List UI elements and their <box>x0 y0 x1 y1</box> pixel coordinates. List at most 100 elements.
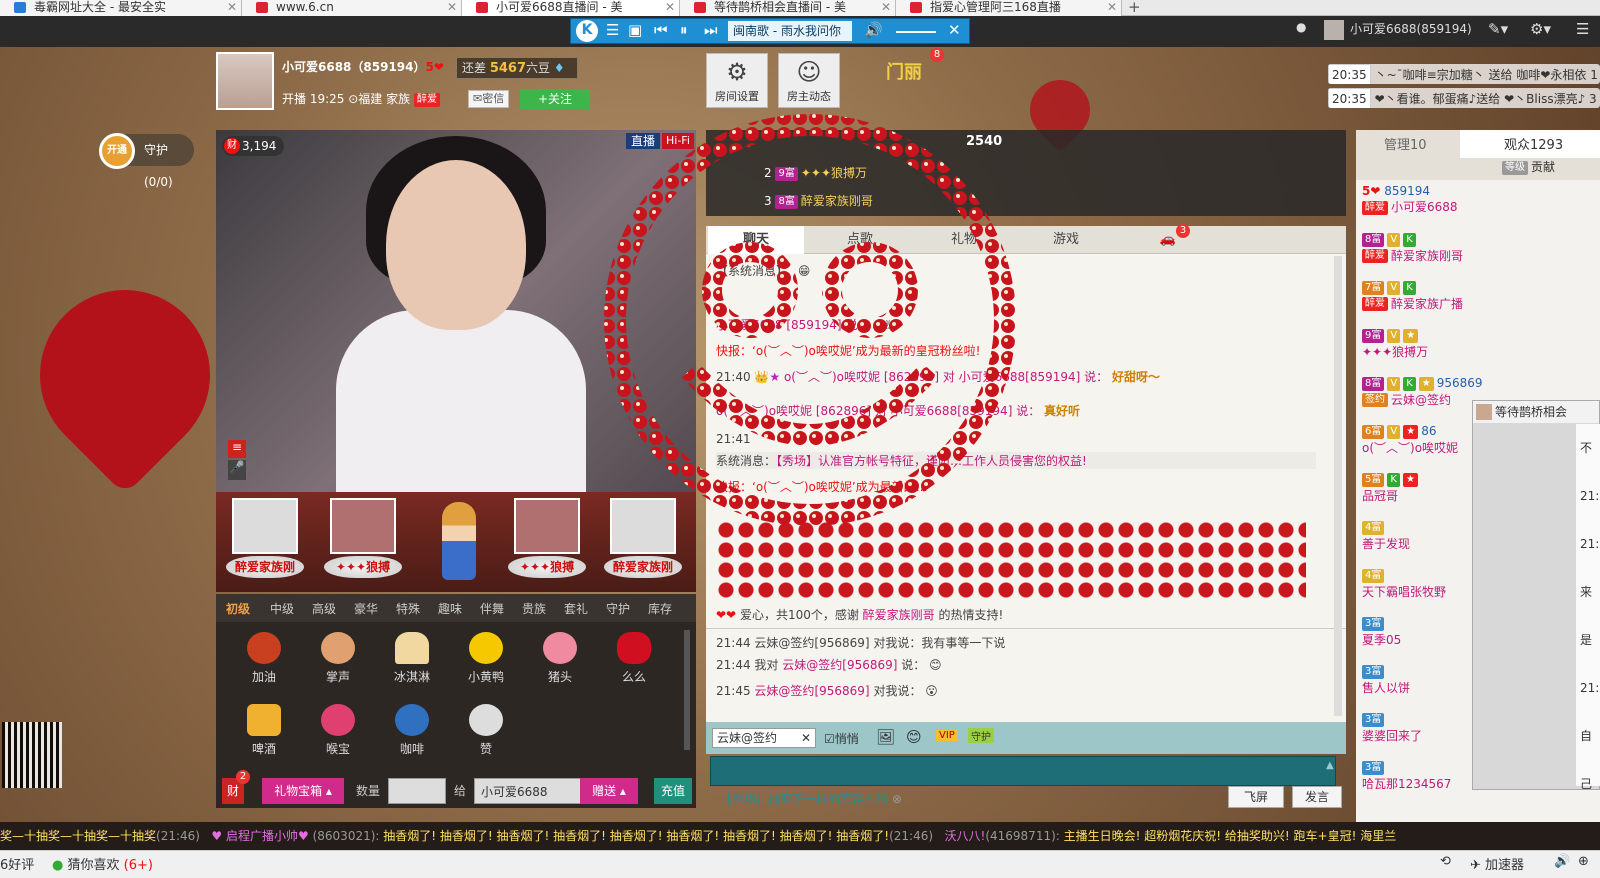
gift-tab[interactable]: 库存 <box>648 600 672 617</box>
tab-admins[interactable]: 管理10 <box>1384 134 1427 153</box>
private-mail-button[interactable]: ✉密信 <box>468 90 510 108</box>
gift-item[interactable]: 加油 <box>234 632 294 685</box>
host-avatar[interactable] <box>216 52 274 110</box>
zoom-icon[interactable]: ⊕ <box>1578 854 1589 869</box>
new-tab-button[interactable]: + <box>1128 0 1141 16</box>
gift-box-button[interactable]: 礼物宝箱 ▴ <box>262 778 344 804</box>
avatar[interactable] <box>1324 20 1344 40</box>
close-icon[interactable]: ✕ <box>227 0 237 14</box>
browser-tab-active[interactable]: 小可爱6688直播间 - 美 ✕ <box>462 0 680 16</box>
browser-tab[interactable]: 指爱心管理阿三168直播 ✕ <box>896 0 1122 16</box>
host-dynamic-button[interactable]: ☺ 房主动态 <box>778 53 840 108</box>
gift-tab[interactable]: 贵族 <box>522 600 546 617</box>
gear-icon[interactable]: ⚙▾ <box>1530 20 1551 38</box>
gift-item[interactable]: 么么 <box>604 632 664 685</box>
fan-seat[interactable]: ✦✦✦狼搏 <box>508 498 586 584</box>
user-row[interactable]: 5❤ 859194 醉爱 小可爱6688 <box>1362 184 1458 215</box>
user-row[interactable]: 3富 售人以饼 <box>1362 664 1410 696</box>
tab-audience[interactable]: 观众1293 <box>1504 134 1563 153</box>
gift-tab[interactable]: 豪华 <box>354 600 378 617</box>
recharge-button[interactable]: 充值 <box>654 778 692 804</box>
close-icon[interactable]: ✕ <box>881 0 891 14</box>
hifi-tag[interactable]: Hi-Fi <box>662 133 694 149</box>
sound-icon[interactable]: 🔊 <box>1554 854 1570 869</box>
fly-screen-button[interactable]: 飞屏 <box>1228 786 1284 808</box>
user-row[interactable]: 3富 婆婆回来了 <box>1362 712 1422 744</box>
guess-you-like-link[interactable]: ● 猜你喜欢 (6+) <box>52 854 153 873</box>
gift-item[interactable]: 小黄鸭 <box>456 632 516 685</box>
fan-seat[interactable]: 醉爱家族刚 <box>226 498 304 584</box>
user-row[interactable]: 8富 V K ★ 956869 签约 云妹@签约 <box>1362 376 1483 408</box>
microphone-icon[interactable]: 🎤 <box>228 460 246 480</box>
tab-games[interactable]: 游戏 <box>1018 226 1114 254</box>
vip-icon[interactable]: VIP <box>936 730 958 741</box>
accelerator-button[interactable]: ✈ 加速器 <box>1470 854 1524 873</box>
lyrics-icon[interactable]: ▣ <box>628 21 642 39</box>
gift-tab[interactable]: 守护 <box>606 600 630 617</box>
recipient-select[interactable]: 小可爱6688 <box>474 778 582 804</box>
fan-seat[interactable]: 醉爱家族刚 <box>604 498 682 584</box>
expand-icon[interactable]: ▲ <box>1326 760 1334 771</box>
promo-hint[interactable]: 【秀场】抽取不一样的库存礼物 ⊗ <box>720 790 902 807</box>
user-row[interactable]: 3富 夏季05 <box>1362 616 1401 648</box>
gift-item[interactable]: 掌声 <box>308 632 368 685</box>
rank-row[interactable]: 2 9富 ✦✦✦狼搏万 <box>764 164 867 181</box>
user-row[interactable]: 9富 V ★ ✦✦✦狼搏万 <box>1362 328 1428 360</box>
gift-tab[interactable]: 高级 <box>312 600 336 617</box>
tab-gifts[interactable]: 礼物 <box>916 226 1012 254</box>
close-icon[interactable]: ✕ <box>447 0 457 14</box>
gift-tab[interactable]: 伴舞 <box>480 600 504 617</box>
prev-icon[interactable]: ⏮ <box>654 21 668 39</box>
next-icon[interactable]: ⏭ <box>704 21 718 39</box>
player-close-button[interactable]: ✕ <box>948 21 961 39</box>
close-icon[interactable]: ✕ <box>1107 0 1117 14</box>
gift-tab[interactable]: 特殊 <box>396 600 420 617</box>
close-icon[interactable]: ✕ <box>665 0 675 14</box>
playlist-icon[interactable]: ☰ <box>606 21 619 39</box>
broadcast-ticker[interactable]: 奖—十抽奖—十抽奖—十抽奖(21:46) ♥ 启程广播小帅♥ (8603021)… <box>0 822 1600 850</box>
user-row[interactable]: 8富 V K 醉爱 醉爱家族刚哥 <box>1362 232 1463 264</box>
private-checkbox[interactable]: ☑悄悄 <box>824 730 859 747</box>
user-row[interactable]: 7富 V K 醉爱 醉爱家族广播 <box>1362 280 1463 312</box>
gift-tab[interactable]: 趣味 <box>438 600 462 617</box>
volume-slider[interactable] <box>896 31 936 33</box>
video-stream[interactable] <box>216 130 696 492</box>
tab-vehicle[interactable]: 🚗 <box>1120 226 1216 254</box>
chat-input[interactable] <box>710 756 1336 786</box>
door-button[interactable]: 门丽 <box>886 58 922 84</box>
user-row[interactable]: 4富 天下霸唱张牧野 <box>1362 568 1446 600</box>
browser-tab[interactable]: 等待鹊桥相会直播间 - 美 ✕ <box>680 0 896 16</box>
user-row[interactable]: 6富 V ★ 86 o(︶︿︶)o唉哎妮 <box>1362 424 1458 456</box>
volume-icon[interactable]: 🔊 <box>864 21 883 39</box>
open-guard-icon[interactable]: 开通 <box>99 133 135 169</box>
edit-icon[interactable]: ✎▾ <box>1488 20 1508 38</box>
fan-seat[interactable]: ✦✦✦狼搏 <box>324 498 402 584</box>
room-settings-button[interactable]: ⚙ 房间设置 <box>706 53 768 108</box>
send-gift-button[interactable]: 赠送 ▴ <box>580 778 638 804</box>
user-row[interactable]: 4富 善于发现 <box>1362 520 1410 552</box>
gift-item[interactable]: 冰淇淋 <box>382 632 442 685</box>
guard-icon[interactable]: 守护 <box>968 728 994 743</box>
browser-tab[interactable]: www.6.cn ✕ <box>242 0 462 16</box>
gift-tab[interactable]: 中级 <box>270 600 294 617</box>
gift-item[interactable]: 赞 <box>456 704 516 757</box>
gift-item[interactable]: 啤酒 <box>234 704 294 757</box>
user-row[interactable]: 3富 哈瓦那1234567 <box>1362 760 1451 792</box>
rank-row[interactable]: 3 8富 醉爱家族刚哥 <box>764 192 873 209</box>
emoji-icon[interactable]: 😊 <box>906 728 922 746</box>
fan-seat[interactable] <box>420 498 498 584</box>
rating-link[interactable]: 6好评 <box>0 854 34 873</box>
chat-scrollbar[interactable] <box>1334 256 1342 716</box>
sort-options[interactable]: 等级 贡献 <box>1502 158 1555 175</box>
gift-item[interactable]: 猪头 <box>530 632 590 685</box>
browser-tab[interactable]: 毒霸网址大全 - 最安全实 ✕ <box>0 0 242 16</box>
current-user[interactable]: 小可爱6688(859194) <box>1350 20 1472 37</box>
chat-target-select[interactable]: 云妹@签约 ✕ <box>712 728 816 748</box>
menu-icon[interactable]: ≡ <box>228 440 246 458</box>
speed-icon[interactable]: ⟲ <box>1440 854 1451 869</box>
quantity-input[interactable] <box>388 778 446 804</box>
gift-tab[interactable]: 套礼 <box>564 600 588 617</box>
user-row[interactable]: 5富 K ★ 品冠哥 <box>1362 472 1421 504</box>
gift-tab[interactable]: 初级 <box>226 600 250 617</box>
tab-song-request[interactable]: 点歌 <box>812 226 908 254</box>
